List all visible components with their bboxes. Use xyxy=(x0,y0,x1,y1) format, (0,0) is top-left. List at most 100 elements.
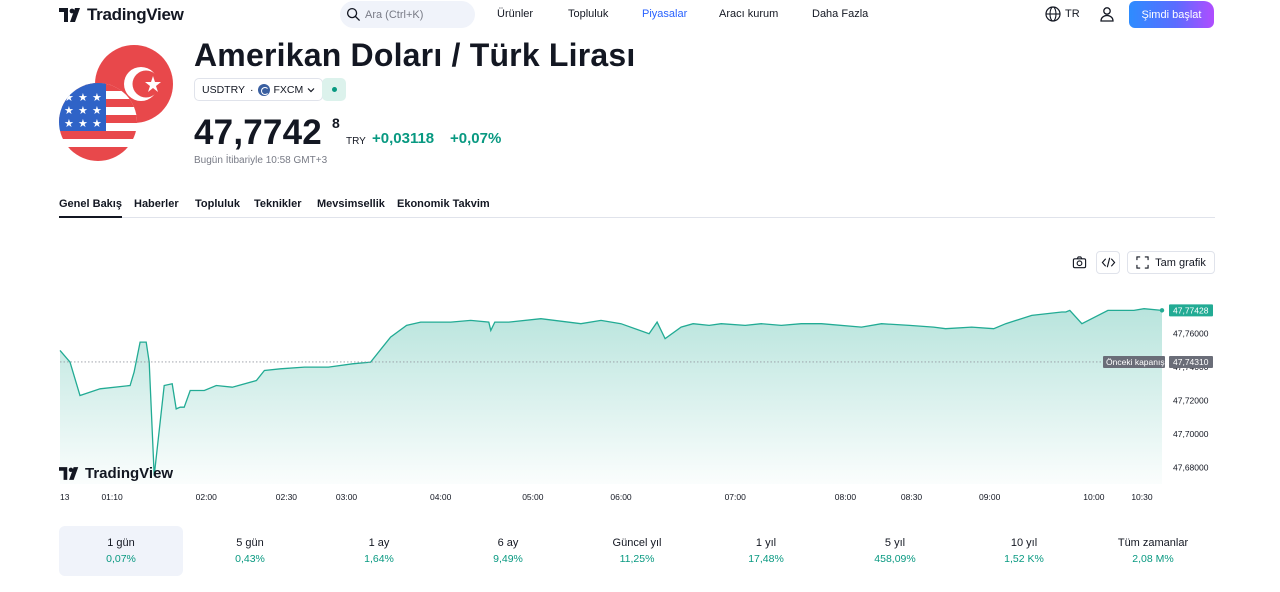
period-1-year[interactable]: 1 yıl 17,48% xyxy=(704,526,828,576)
svg-text:★: ★ xyxy=(92,104,102,117)
period-value: 0,43% xyxy=(235,553,265,565)
search-icon xyxy=(346,7,361,22)
period-ytd[interactable]: Güncel yıl 11,25% xyxy=(575,526,699,576)
separator-dot: · xyxy=(249,83,254,96)
fullscreen-label: Tam grafik xyxy=(1155,256,1206,269)
chevron-down-icon xyxy=(307,87,315,92)
language-label: TR xyxy=(1065,8,1080,20)
svg-text:★: ★ xyxy=(78,104,88,117)
x-tick-label: 06:00 xyxy=(610,492,632,502)
globe-icon xyxy=(1045,6,1061,22)
tab-overview[interactable]: Genel Bakış xyxy=(59,198,122,218)
price-change-percent: +0,07% xyxy=(450,130,502,147)
tradingview-logo[interactable]: TradingView xyxy=(59,4,184,26)
tab-technicals[interactable]: Teknikler xyxy=(254,198,302,210)
price-timestamp: Bugün İtibariyle 10:58 GMT+3 xyxy=(194,155,328,166)
period-label: 10 yıl xyxy=(1010,537,1038,549)
y-tick-label: 47,72000 xyxy=(1173,396,1209,406)
svg-text:★: ★ xyxy=(92,117,102,130)
svg-text:★: ★ xyxy=(78,117,88,130)
x-tick-label: 04:00 xyxy=(430,492,452,502)
currency-flags-icon: ★ ★ ★ ★ ★ ★ ★ ★ ★ xyxy=(59,45,173,161)
period-label: Güncel yıl xyxy=(612,537,662,549)
svg-text:★: ★ xyxy=(78,91,88,104)
fullscreen-icon xyxy=(1136,256,1149,269)
x-tick-label: 10:00 xyxy=(1083,492,1105,502)
symbol-exchange-selector[interactable]: USDTRY · FXCM xyxy=(194,78,324,101)
user-icon[interactable] xyxy=(1099,6,1115,22)
nav-markets[interactable]: Piyasalar xyxy=(642,8,687,20)
period-value: 9,49% xyxy=(493,553,523,565)
price-area xyxy=(60,308,1162,484)
period-5-days[interactable]: 5 gün 0,43% xyxy=(188,526,312,576)
nav-more[interactable]: Daha Fazla xyxy=(812,8,868,20)
section-tabs: Genel Bakış Haberler Topluluk Teknikler … xyxy=(59,198,1215,218)
x-tick-label: 09:00 xyxy=(979,492,1001,502)
period-value: 2,08 M% xyxy=(1132,553,1174,565)
y-tick-label: 47,70000 xyxy=(1173,429,1209,439)
period-value: 458,09% xyxy=(874,553,916,565)
x-tick-label: 02:30 xyxy=(276,492,298,502)
tab-community[interactable]: Topluluk xyxy=(195,198,240,210)
x-tick-label: 08:00 xyxy=(835,492,857,502)
current-price: 47,7742 xyxy=(194,113,322,152)
period-label: 6 ay xyxy=(497,537,519,549)
top-header: TradingView Ara (Ctrl+K) Ürünler Toplulu… xyxy=(0,0,1280,30)
last-price-label: 47,77428 xyxy=(1173,305,1209,315)
x-tick-label: 13 xyxy=(60,492,70,502)
period-1-day[interactable]: 1 gün 0,07% xyxy=(59,526,183,576)
x-tick-label: 07:00 xyxy=(725,492,747,502)
nav-community[interactable]: Topluluk xyxy=(568,8,608,20)
ticker-label: USDTRY xyxy=(202,83,245,96)
period-label: 5 gün xyxy=(236,537,264,549)
svg-text:★: ★ xyxy=(64,104,74,117)
get-started-button[interactable]: Şimdi başlat xyxy=(1129,1,1214,28)
page-title: Amerikan Doları / Türk Lirası xyxy=(194,37,636,73)
period-value: 11,25% xyxy=(619,553,655,565)
price-chart[interactable]: 47,7600047,7400047,7200047,7000047,68000… xyxy=(0,280,1280,504)
previous-close-value: 47,74310 xyxy=(1173,357,1209,367)
exchange-logo-icon xyxy=(258,83,271,96)
fullscreen-chart-button[interactable]: Tam grafik xyxy=(1127,251,1215,274)
period-all-time[interactable]: Tüm zamanlar 2,08 M% xyxy=(1091,526,1215,576)
y-tick-label: 47,68000 xyxy=(1173,462,1209,472)
period-6-months[interactable]: 6 ay 9,49% xyxy=(446,526,570,576)
nav-brokers[interactable]: Aracı kurum xyxy=(719,8,778,20)
svg-text:★: ★ xyxy=(64,91,74,104)
period-1-month[interactable]: 1 ay 1,64% xyxy=(317,526,441,576)
language-selector[interactable]: TR xyxy=(1045,6,1080,22)
period-5-years[interactable]: 5 yıl 458,09% xyxy=(833,526,957,576)
code-icon xyxy=(1101,257,1115,268)
x-tick-label: 10:30 xyxy=(1131,492,1153,502)
snapshot-button[interactable] xyxy=(1068,251,1091,274)
chart-watermark: TradingView xyxy=(59,465,173,482)
period-value: 0,07% xyxy=(106,553,136,565)
x-tick-label: 03:00 xyxy=(336,492,358,502)
market-open-dot xyxy=(331,87,337,92)
svg-text:★: ★ xyxy=(92,91,102,104)
logo-text: TradingView xyxy=(87,5,184,24)
nav-products[interactable]: Ürünler xyxy=(497,8,533,20)
exchange-label: FXCM xyxy=(273,83,304,96)
tab-economic-calendar[interactable]: Ekonomik Takvim xyxy=(397,198,490,210)
tab-seasonality[interactable]: Mevsimsellik xyxy=(317,198,385,210)
period-10-years[interactable]: 10 yıl 1,52 K% xyxy=(962,526,1086,576)
tradingview-watermark-icon xyxy=(59,467,79,480)
price-currency: TRY xyxy=(346,136,366,147)
market-status-badge[interactable] xyxy=(322,78,346,101)
price-change: +0,03118 xyxy=(372,130,435,147)
search-input[interactable]: Ara (Ctrl+K) xyxy=(340,1,475,28)
tab-news[interactable]: Haberler xyxy=(134,198,179,210)
performance-periods: 1 gün 0,07% 5 gün 0,43% 1 ay 1,64% 6 ay … xyxy=(59,526,1215,576)
svg-text:★: ★ xyxy=(64,117,74,130)
previous-close-label: Önceki kapanış xyxy=(1106,357,1165,367)
period-value: 17,48% xyxy=(748,553,784,565)
price-extra-digit: 8 xyxy=(332,115,340,131)
embed-code-button[interactable] xyxy=(1096,251,1120,274)
camera-icon xyxy=(1072,256,1087,269)
tradingview-logo-icon xyxy=(59,8,80,22)
watermark-text: TradingView xyxy=(85,465,174,482)
period-label: 1 ay xyxy=(368,537,390,549)
period-value: 1,52 K% xyxy=(1004,553,1044,565)
period-label: 1 gün xyxy=(107,537,135,549)
